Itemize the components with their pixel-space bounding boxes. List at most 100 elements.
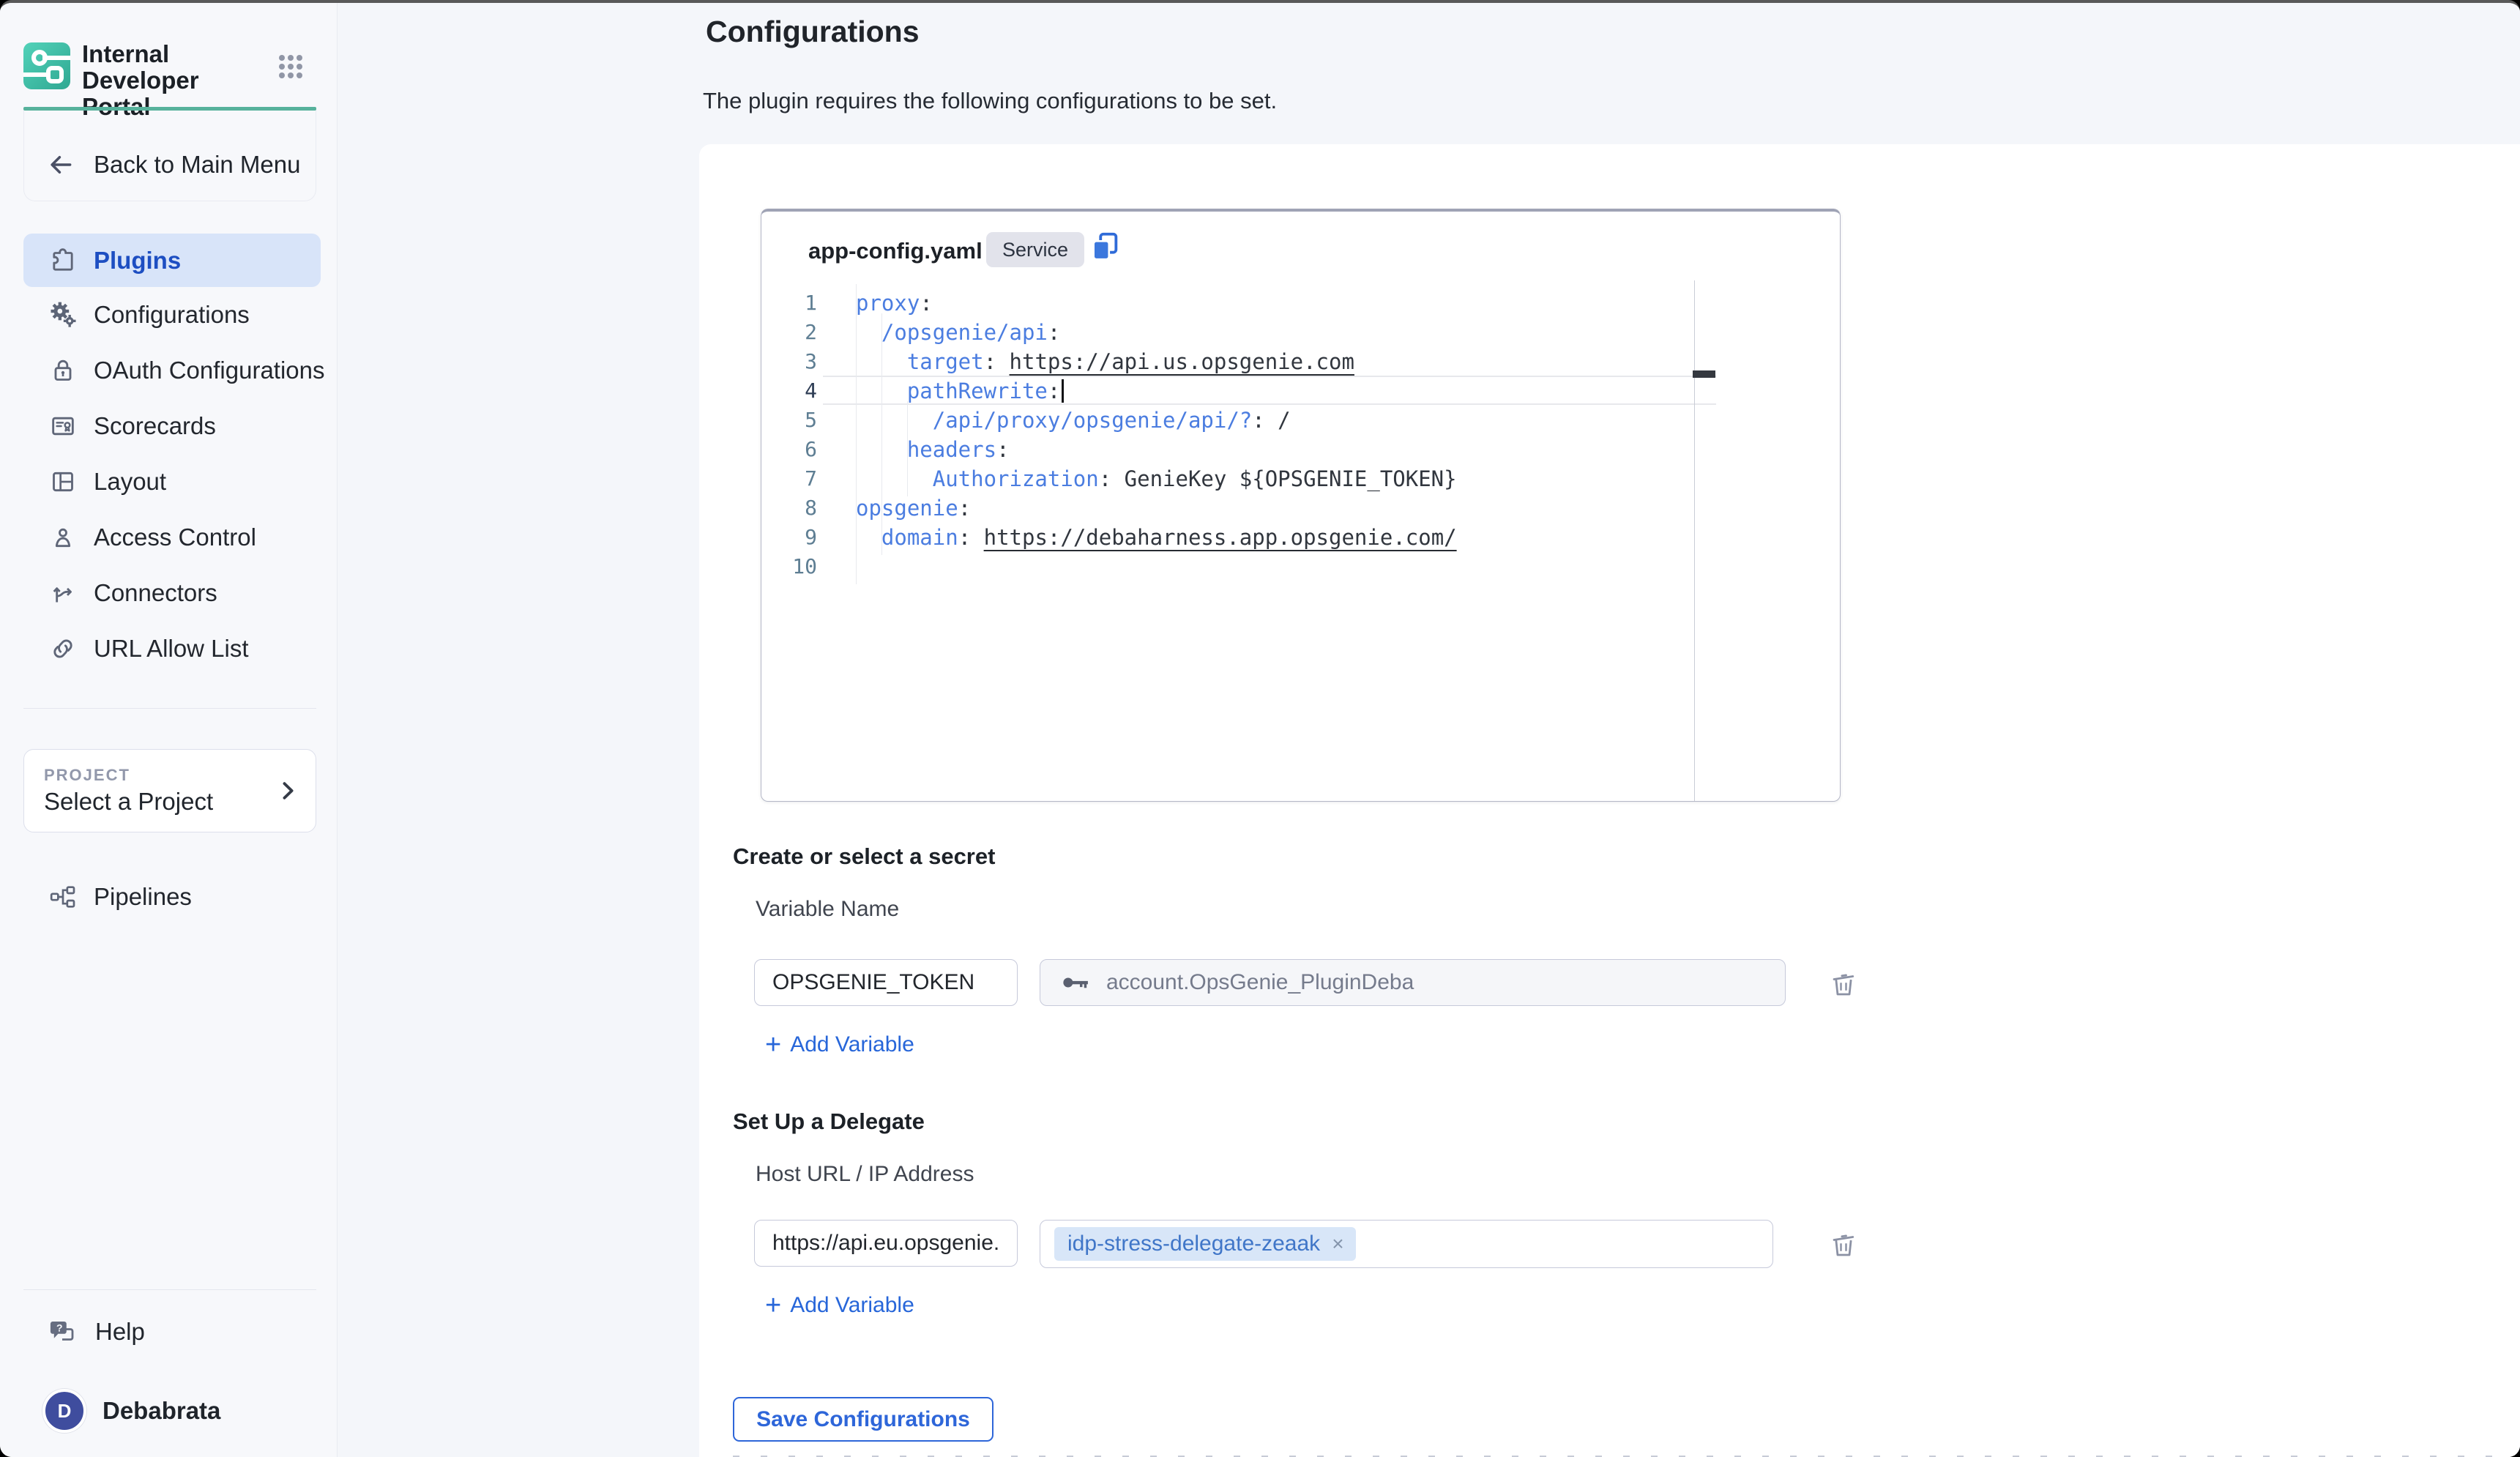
- code-line: Authorization: GenieKey ${OPSGENIE_TOKEN…: [856, 464, 1457, 493]
- main-content: Configurations The plugin requires the f…: [338, 3, 2520, 1457]
- layout-icon: [48, 467, 78, 496]
- yaml-sep: :: [958, 525, 984, 550]
- key-icon: [1059, 966, 1093, 999]
- delegate-chip: idp-stress-delegate-zeaak ×: [1054, 1227, 1356, 1261]
- yaml-sep: :: [920, 291, 932, 316]
- app-window: Internal Developer Portal Back to Main M…: [0, 0, 2520, 1457]
- yaml-sep: :: [1048, 379, 1060, 403]
- delete-variable-icon[interactable]: [1828, 966, 1859, 1002]
- code-line: [856, 552, 1457, 581]
- sidebar-item-label: Configurations: [94, 301, 250, 329]
- delete-delegate-icon[interactable]: [1828, 1227, 1859, 1262]
- line-number: 10: [761, 552, 817, 581]
- service-badge: Service: [986, 232, 1084, 267]
- sidebar-item-connectors[interactable]: Connectors: [23, 565, 321, 621]
- host-url-input[interactable]: [754, 1220, 1018, 1267]
- plus-icon: +: [765, 1293, 781, 1318]
- host-url-label: Host URL / IP Address: [756, 1162, 974, 1187]
- back-label: Back to Main Menu: [94, 151, 300, 179]
- sidebar-item-configurations[interactable]: Configurations: [23, 287, 321, 343]
- yaml-key: /api/proxy/opsgenie/api/?: [856, 408, 1252, 433]
- user-menu[interactable]: D Debabrata: [23, 1385, 316, 1436]
- arrow-left-icon: [47, 151, 75, 179]
- sidebar-item-pipelines[interactable]: Pipelines: [23, 873, 316, 921]
- page-subtitle: The plugin requires the following config…: [703, 88, 1277, 114]
- sidebar-item-scorecards[interactable]: Scorecards: [23, 398, 321, 454]
- line-number-active: 4: [761, 376, 817, 406]
- sidebar-item-label: Layout: [94, 468, 166, 496]
- code-line: target: https://api.us.opsgenie.com: [856, 347, 1457, 376]
- project-selector[interactable]: PROJECT Select a Project: [23, 749, 316, 832]
- sidebar-item-plugins[interactable]: Plugins: [23, 234, 321, 287]
- yaml-sep: :: [1048, 320, 1060, 345]
- plus-icon: +: [765, 1032, 781, 1057]
- sidebar-item-label: Connectors: [94, 579, 217, 607]
- scorecard-icon: [48, 411, 78, 441]
- avatar: D: [42, 1389, 86, 1433]
- sidebar-item-layout[interactable]: Layout: [23, 454, 321, 510]
- add-variable-button-delegate[interactable]: + Add Variable: [765, 1293, 914, 1318]
- line-number: 9: [761, 523, 817, 552]
- code-line: /opsgenie/api:: [856, 318, 1457, 347]
- line-number: 8: [761, 493, 817, 523]
- code-area[interactable]: 1 2 3 4 5 6 7 8 9 10 proxy: /opsgenie/ap…: [761, 280, 1840, 801]
- yaml-key: pathRewrite: [856, 379, 1048, 403]
- line-number: 5: [761, 406, 817, 435]
- back-to-main-menu[interactable]: Back to Main Menu: [23, 146, 316, 183]
- add-variable-button-secret[interactable]: + Add Variable: [765, 1032, 914, 1057]
- add-variable-label: Add Variable: [790, 1293, 914, 1318]
- sidebar-item-oauth-configurations[interactable]: OAuth Configurations: [23, 343, 321, 398]
- yaml-sep: :: [984, 349, 1010, 374]
- yaml-key: opsgenie: [856, 496, 958, 521]
- add-variable-label: Add Variable: [790, 1032, 914, 1057]
- pipelines-label: Pipelines: [94, 883, 192, 911]
- pipelines-icon: [48, 882, 78, 912]
- gears-icon: [48, 300, 78, 329]
- yaml-sep: :: [1252, 408, 1278, 433]
- chip-remove-icon[interactable]: ×: [1332, 1232, 1343, 1256]
- sidebar-divider: [23, 708, 316, 709]
- project-label: PROJECT: [44, 766, 130, 785]
- sidebar-nav: Plugins: [23, 234, 321, 677]
- code-line: domain: https://debaharness.app.opsgenie…: [856, 523, 1457, 552]
- app-switcher-grid-icon[interactable]: [278, 54, 303, 79]
- chevron-right-icon: [275, 778, 301, 804]
- copy-icon[interactable]: [1088, 229, 1122, 264]
- yaml-value-url: https://api.us.opsgenie.com: [1010, 349, 1354, 374]
- secret-reference-field[interactable]: account.OpsGenie_PluginDeba: [1040, 959, 1786, 1006]
- delegate-tags-field[interactable]: idp-stress-delegate-zeaak ×: [1040, 1220, 1773, 1268]
- line-number: 7: [761, 464, 817, 493]
- sidebar-divider: [23, 1289, 316, 1290]
- page-title: Configurations: [706, 15, 920, 49]
- code-line: proxy:: [856, 288, 1457, 318]
- svg-text:?: ?: [56, 1322, 63, 1333]
- app-logo-icon: [23, 42, 70, 89]
- code-lines: proxy: /opsgenie/api: target: https://ap…: [856, 288, 1457, 581]
- code-line-active: pathRewrite:: [856, 376, 1457, 406]
- sidebar-item-url-allow-list[interactable]: URL Allow List: [23, 621, 321, 677]
- user-name: Debabrata: [102, 1397, 220, 1425]
- yaml-key: /opsgenie/api: [856, 320, 1048, 345]
- text-cursor: [1062, 379, 1064, 403]
- sidebar-item-access-control[interactable]: Access Control: [23, 510, 321, 565]
- cursor-ruler-mark: [1693, 370, 1715, 378]
- sidebar: Internal Developer Portal Back to Main M…: [0, 3, 338, 1457]
- sidebar-item-label: Access Control: [94, 523, 256, 551]
- save-configurations-button[interactable]: Save Configurations: [733, 1397, 994, 1442]
- yaml-value: GenieKey ${OPSGENIE_TOKEN}: [1125, 466, 1457, 491]
- link-icon: [48, 634, 78, 663]
- app-header: Internal Developer Portal: [23, 41, 316, 91]
- person-icon: [48, 523, 78, 552]
- yaml-key: Authorization: [856, 466, 1099, 491]
- variable-name-input[interactable]: [754, 959, 1018, 1006]
- editor-scrollbar-gutter: [1694, 280, 1695, 802]
- puzzle-icon: [48, 246, 78, 275]
- help-chat-icon: ?: [47, 1316, 78, 1347]
- delegate-chip-label: idp-stress-delegate-zeaak: [1067, 1231, 1320, 1256]
- yaml-sep: :: [958, 496, 971, 521]
- variable-name-label: Variable Name: [756, 897, 899, 922]
- line-number: 1: [761, 288, 817, 318]
- line-number: 2: [761, 318, 817, 347]
- code-line: /api/proxy/opsgenie/api/?: /: [856, 406, 1457, 435]
- help-button[interactable]: ? Help: [23, 1308, 316, 1356]
